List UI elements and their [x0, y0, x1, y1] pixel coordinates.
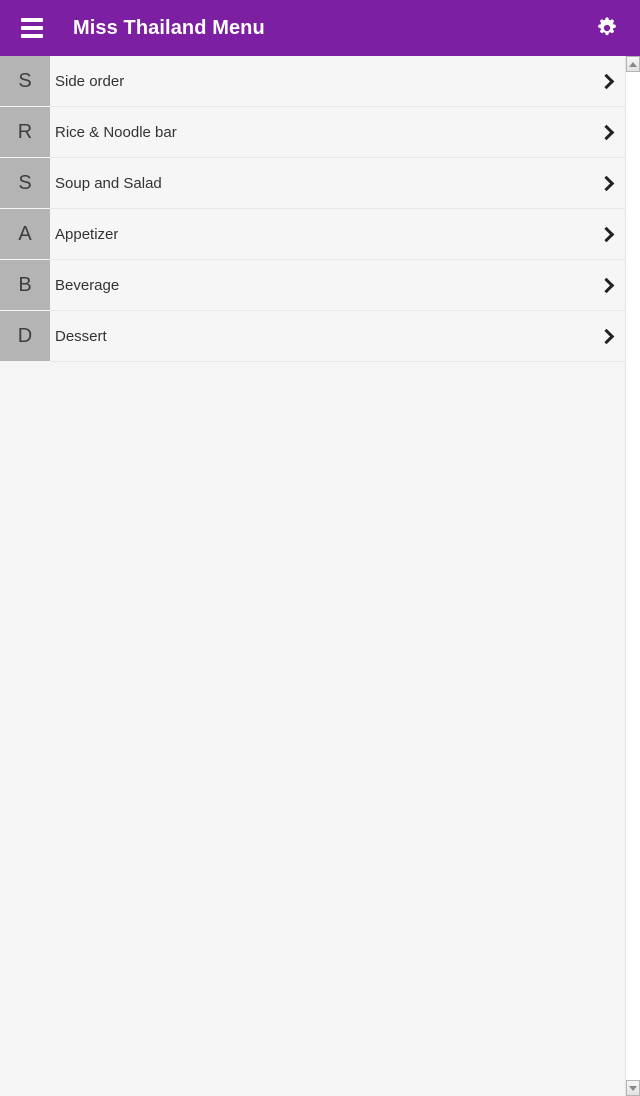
list-item[interactable]: S Soup and Salad: [0, 158, 625, 209]
hamburger-bar: [21, 34, 43, 38]
list-item-body: Rice & Noodle bar: [50, 107, 625, 158]
list-item-label: Soup and Salad: [55, 174, 162, 192]
list-item-label: Side order: [55, 72, 125, 90]
avatar: R: [0, 107, 50, 157]
chevron-right-icon[interactable]: [599, 278, 613, 292]
hamburger-bar: [21, 18, 43, 22]
chevron-right-icon[interactable]: [599, 74, 613, 88]
list-item-body: Soup and Salad: [50, 158, 625, 209]
list-item-body: Beverage: [50, 260, 625, 311]
list-item-body: Dessert: [50, 311, 625, 362]
list-item-label: Dessert: [55, 327, 107, 345]
list-item-body: Appetizer: [50, 209, 625, 260]
page-title: Miss Thailand Menu: [73, 16, 265, 39]
list-item[interactable]: B Beverage: [0, 260, 625, 311]
hamburger-bar: [21, 26, 43, 30]
gear-icon[interactable]: [590, 11, 624, 45]
avatar: S: [0, 158, 50, 208]
list-item[interactable]: R Rice & Noodle bar: [0, 107, 625, 158]
scroll-up-arrow-icon[interactable]: [626, 56, 640, 72]
avatar: B: [0, 260, 50, 310]
vertical-scrollbar[interactable]: [625, 56, 640, 1096]
chevron-right-icon[interactable]: [599, 176, 613, 190]
chevron-right-icon[interactable]: [599, 227, 613, 241]
list-item-label: Beverage: [55, 276, 120, 294]
list-item-label: Rice & Noodle bar: [55, 123, 177, 141]
avatar: S: [0, 56, 50, 106]
category-list: S Side order R Rice & Noodle bar S Soup …: [0, 56, 625, 362]
app-bar: Miss Thailand Menu: [0, 0, 640, 56]
app-viewport: Miss Thailand Menu S Side order R Rice &…: [0, 0, 640, 1096]
avatar: D: [0, 311, 50, 361]
chevron-right-icon[interactable]: [599, 125, 613, 139]
chevron-right-icon[interactable]: [599, 329, 613, 343]
list-item[interactable]: D Dessert: [0, 311, 625, 362]
scrollbar-track[interactable]: [626, 72, 640, 1080]
list-item[interactable]: S Side order: [0, 56, 625, 107]
list-item[interactable]: A Appetizer: [0, 209, 625, 260]
avatar: A: [0, 209, 50, 259]
scroll-down-arrow-glyph: [629, 1085, 637, 1091]
page-background: [0, 362, 625, 1096]
list-item-body: Side order: [50, 56, 625, 107]
hamburger-menu-icon[interactable]: [16, 12, 48, 44]
scroll-up-arrow-glyph: [629, 61, 637, 67]
scroll-down-arrow-icon[interactable]: [626, 1080, 640, 1096]
list-item-label: Appetizer: [55, 225, 119, 243]
